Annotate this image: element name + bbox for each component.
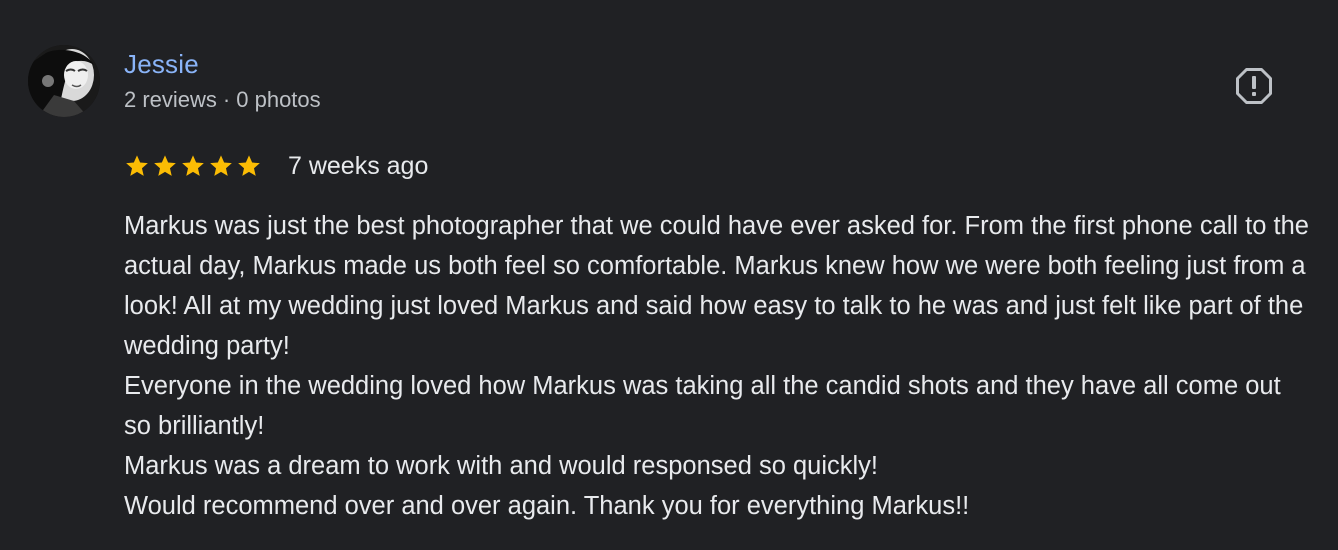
review-card: Jessie 2 reviews · 0 photos 7 weeks ago Ma…: [0, 0, 1338, 550]
meta-separator: ·: [222, 87, 231, 112]
star-icon: [236, 153, 262, 179]
avatar[interactable]: [28, 45, 100, 117]
report-review-button[interactable]: [1228, 60, 1280, 112]
reviewer-name-link[interactable]: Jessie: [124, 48, 199, 80]
star-icon: [180, 153, 206, 179]
reviewer-meta: 2 reviews · 0 photos: [124, 86, 321, 114]
review-paragraph: Markus was a dream to work with and woul…: [124, 452, 879, 480]
star-rating: [124, 153, 262, 179]
star-icon: [208, 153, 234, 179]
reviews-count: 2 reviews: [124, 87, 217, 112]
review-paragraph: Would recommend over and over again. Tha…: [124, 492, 970, 520]
rating-row: 7 weeks ago: [124, 148, 428, 184]
star-icon: [124, 153, 150, 179]
review-text: Markus was just the best photographer th…: [124, 206, 1314, 526]
report-flag-icon: [1236, 68, 1272, 104]
avatar-image: [28, 45, 100, 117]
photos-count: 0 photos: [236, 87, 321, 112]
review-date: 7 weeks ago: [288, 151, 429, 180]
review-paragraph: Everyone in the wedding loved how Markus…: [124, 372, 1281, 440]
review-paragraph: Markus was just the best photographer th…: [124, 212, 1309, 360]
star-icon: [152, 153, 178, 179]
